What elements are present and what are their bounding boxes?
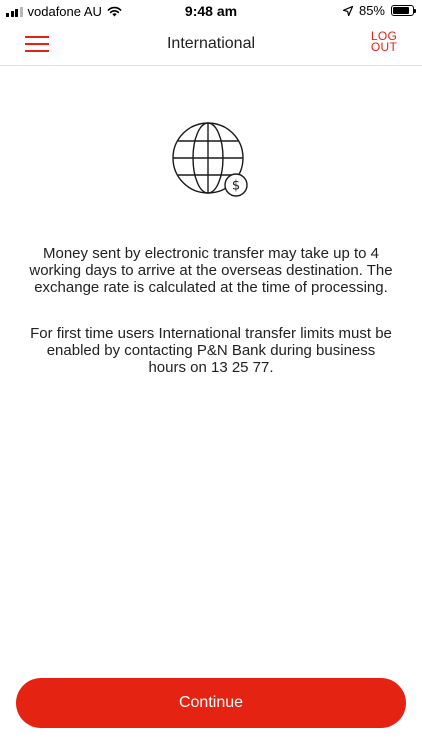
continue-button[interactable]: Continue [16, 678, 406, 728]
globe-dollar-icon: $ [171, 122, 253, 198]
logout-label-line2: OUT [370, 40, 398, 54]
page-title: International [166, 35, 256, 52]
transfer-limits-message: For first time users International trans… [30, 325, 392, 376]
battery-level [393, 7, 410, 14]
nav-bar: International LOG OUT [0, 22, 422, 66]
transfer-time-message: Money sent by electronic transfer may ta… [29, 245, 393, 296]
status-right: 85% [342, 3, 416, 18]
svg-text:$: $ [232, 179, 240, 194]
international-transfer-screen: vodafone AU 9:48 am 85% International LO… [0, 0, 422, 750]
status-bar: vodafone AU 9:48 am 85% [0, 0, 422, 22]
logout-button[interactable]: LOG OUT [370, 30, 398, 54]
battery-percent: 85% [358, 3, 385, 18]
battery-icon [391, 5, 416, 16]
location-arrow-icon [342, 5, 353, 16]
